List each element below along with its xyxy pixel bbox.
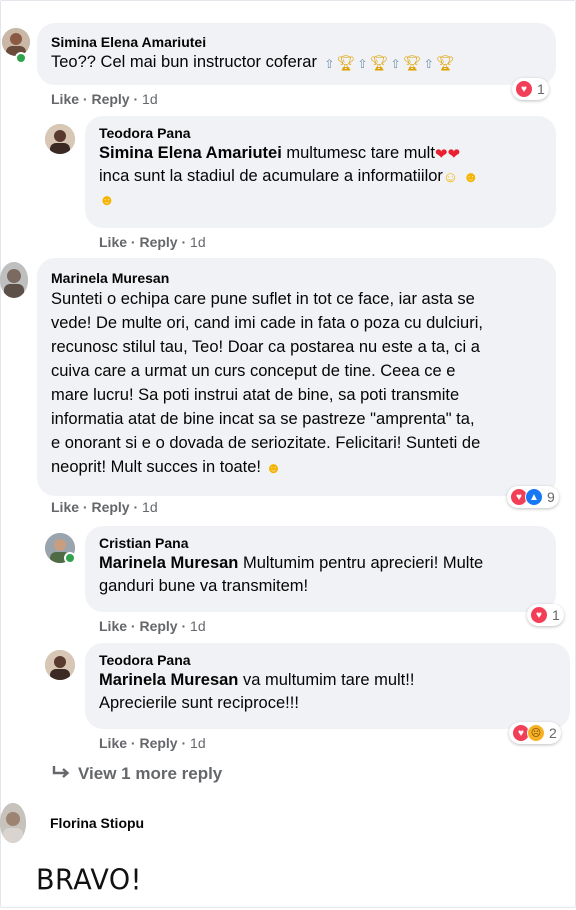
online-status-dot bbox=[64, 552, 76, 564]
avatar[interactable] bbox=[45, 124, 75, 154]
comment-author[interactable]: Teodora Pana bbox=[99, 651, 558, 669]
reply-button[interactable]: Reply bbox=[139, 735, 177, 751]
separator-dot: · bbox=[82, 91, 88, 107]
comment-text: Marinela Muresan va multumim tare mult!!… bbox=[99, 671, 415, 712]
comment-timestamp[interactable]: 1d bbox=[190, 234, 206, 250]
reply-button[interactable]: Reply bbox=[139, 234, 177, 250]
like-button[interactable]: Like bbox=[99, 735, 127, 751]
reply-bubble: Teodora Pana Simina Elena Amariutei mult… bbox=[85, 116, 556, 228]
mention-link[interactable]: Marinela Muresan bbox=[99, 554, 238, 572]
comment-actions: Like · Reply · 1d bbox=[99, 234, 206, 250]
like-button[interactable]: Like bbox=[51, 91, 79, 107]
comment-text: Sunteti o echipa care pune suflet in tot… bbox=[51, 290, 483, 477]
red-heart-emoji: ❤❤ bbox=[434, 146, 461, 163]
heart-reaction-icon: ♥ bbox=[515, 80, 533, 98]
separator-dot: · bbox=[181, 234, 187, 250]
reaction-count: 9 bbox=[547, 489, 555, 505]
separator-dot: · bbox=[181, 618, 187, 634]
comment-text: Teo?? Cel mai bun instructor coferar bbox=[51, 53, 317, 71]
trophy-emoji-row: ⇧🏆︎⇧🏆︎⇧🏆︎⇧🏆︎ bbox=[324, 55, 457, 72]
sad-reaction-icon: ☹ bbox=[527, 724, 545, 742]
separator-dot: · bbox=[133, 91, 139, 107]
comment-text: Simina Elena Amariutei multumesc tare mu… bbox=[99, 144, 479, 209]
comment-actions: Like · Reply · 1d bbox=[51, 91, 158, 107]
like-button[interactable]: Like bbox=[99, 618, 127, 634]
like-button[interactable]: Like bbox=[99, 234, 127, 250]
avatar[interactable] bbox=[45, 650, 75, 680]
grimacing-face-emoji: ☺ bbox=[442, 169, 459, 186]
avatar[interactable] bbox=[2, 28, 30, 56]
reaction-summary[interactable]: ♥ ☹ 2 bbox=[509, 722, 561, 744]
mention-link[interactable]: Marinela Muresan bbox=[99, 671, 238, 689]
comment-author[interactable]: Marinela Muresan bbox=[51, 269, 544, 287]
comment-timestamp[interactable]: 1d bbox=[190, 735, 206, 751]
reaction-count: 1 bbox=[537, 81, 545, 97]
reaction-count: 2 bbox=[549, 725, 557, 741]
comment-author[interactable]: Cristian Pana bbox=[99, 534, 544, 552]
avatar[interactable] bbox=[0, 262, 28, 298]
online-status-dot bbox=[15, 52, 27, 64]
reaction-summary[interactable]: ♥ 1 bbox=[512, 78, 549, 100]
like-button[interactable]: Like bbox=[51, 499, 79, 515]
comment-text: Marinela Muresan Multumim pentru aprecie… bbox=[99, 554, 484, 595]
reaction-count: 1 bbox=[552, 607, 560, 623]
separator-dot: · bbox=[82, 499, 88, 515]
comment-timestamp[interactable]: 1d bbox=[190, 618, 206, 634]
separator-dot: · bbox=[133, 499, 139, 515]
separator-dot: · bbox=[130, 735, 136, 751]
reply-button[interactable]: Reply bbox=[91, 499, 129, 515]
comment-author[interactable]: Simina Elena Amariutei bbox=[51, 33, 544, 51]
comment-actions: Like · Reply · 1d bbox=[99, 618, 206, 634]
mention-link[interactable]: Simina Elena Amariutei bbox=[99, 144, 282, 162]
comment-actions: Like · Reply · 1d bbox=[99, 735, 206, 751]
reply-button[interactable]: Reply bbox=[139, 618, 177, 634]
comment-timestamp[interactable]: 1d bbox=[142, 91, 158, 107]
heart-reaction-icon: ♥ bbox=[530, 606, 548, 624]
reaction-summary[interactable]: ♥ 1 bbox=[527, 604, 564, 626]
comment-bubble: Marinela Muresan Sunteti o echipa care p… bbox=[37, 258, 556, 496]
separator-dot: · bbox=[181, 735, 187, 751]
view-more-replies-button[interactable]: View 1 more reply bbox=[52, 764, 222, 784]
comment-author[interactable]: Teodora Pana bbox=[99, 124, 544, 142]
separator-dot: · bbox=[130, 234, 136, 250]
reply-arrow-icon bbox=[52, 764, 70, 784]
reply-bubble: Cristian Pana Marinela Muresan Multumim … bbox=[85, 526, 556, 612]
reply-button[interactable]: Reply bbox=[91, 91, 129, 107]
reaction-summary[interactable]: ♥ ▲ 9 bbox=[507, 486, 559, 508]
handwritten-text: BRAVO! bbox=[36, 864, 143, 897]
separator-dot: · bbox=[130, 618, 136, 634]
grinning-face-emoji: ☻ bbox=[99, 192, 115, 209]
comment-actions: Like · Reply · 1d bbox=[51, 499, 158, 515]
comment-timestamp[interactable]: 1d bbox=[142, 499, 158, 515]
thumbs-up-reaction-icon: ▲ bbox=[525, 488, 543, 506]
comment-author[interactable]: Florina Stiopu bbox=[50, 814, 144, 832]
avatar[interactable] bbox=[0, 803, 26, 843]
reply-bubble: Teodora Pana Marinela Muresan va multumi… bbox=[85, 643, 570, 729]
smiling-face-emoji: ☻ bbox=[462, 169, 479, 186]
kissing-face-emoji: ☻ bbox=[265, 460, 282, 477]
comment-bubble: Simina Elena Amariutei Teo?? Cel mai bun… bbox=[37, 23, 556, 85]
